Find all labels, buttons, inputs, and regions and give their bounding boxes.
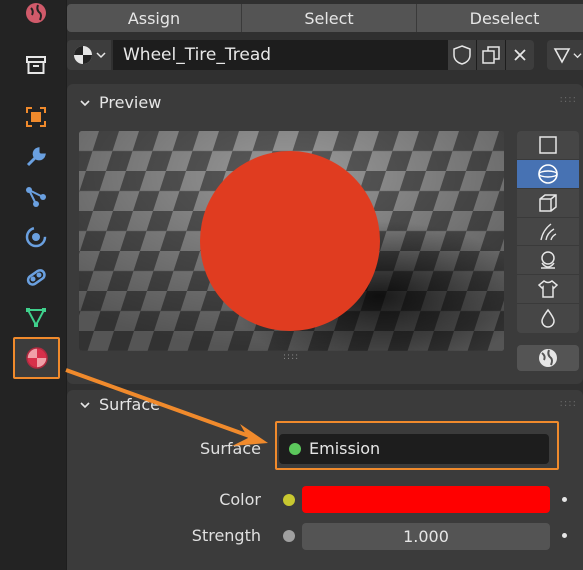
- unlink-material-button[interactable]: [506, 40, 534, 70]
- world-icon: [539, 349, 557, 367]
- preview-flat-button[interactable]: [517, 131, 579, 160]
- browse-material-button[interactable]: [67, 40, 111, 70]
- tab-collection[interactable]: [14, 48, 58, 82]
- chevron-down-icon: [80, 99, 90, 106]
- tab-constraints[interactable]: [14, 260, 58, 294]
- wrench-icon: [26, 147, 46, 167]
- material-preview-render: [79, 131, 504, 351]
- select-button[interactable]: Select: [242, 4, 417, 32]
- strength-socket-icon[interactable]: [283, 530, 295, 542]
- tab-particles[interactable]: [14, 180, 58, 214]
- strength-field[interactable]: 1.000: [302, 523, 550, 550]
- close-icon: [514, 49, 526, 61]
- sphere-icon: [538, 163, 558, 184]
- chevron-down-icon: [80, 401, 90, 408]
- physics-icon: [25, 226, 47, 248]
- preview-sphere-button[interactable]: [517, 159, 579, 189]
- data-icon: [26, 308, 46, 328]
- copy-icon: [482, 46, 500, 64]
- material-datablock-row: Wheel_Tire_Tread: [67, 40, 583, 70]
- preview-panel-title: Preview: [99, 93, 162, 112]
- deselect-button[interactable]: Deselect: [417, 4, 583, 32]
- preview-world-toggle[interactable]: [517, 345, 579, 371]
- tab-physics[interactable]: [14, 220, 58, 254]
- surface-panel: Surface :::: Surface Emission Color Stre…: [67, 390, 583, 570]
- preview-monkey-button[interactable]: [517, 246, 579, 276]
- strength-label: Strength: [191, 526, 261, 545]
- color-socket-icon[interactable]: [283, 494, 295, 506]
- tab-material[interactable]: [13, 337, 60, 379]
- surface-panel-header[interactable]: Surface: [79, 395, 160, 414]
- material-sphere-icon: [74, 46, 92, 64]
- tab-scene-world[interactable]: [14, 0, 58, 30]
- highlight-box: [275, 421, 559, 470]
- tab-object-data[interactable]: [14, 300, 58, 334]
- color-label: Color: [219, 490, 261, 509]
- emission-color-swatch[interactable]: [302, 486, 550, 513]
- preview-panel-header[interactable]: Preview: [79, 93, 161, 112]
- tab-modifiers[interactable]: [14, 140, 58, 174]
- panel-drag-handle[interactable]: ::::: [560, 94, 577, 105]
- square-icon: [539, 136, 557, 154]
- panel-drag-handle[interactable]: ::::: [560, 398, 577, 409]
- shirt-icon: [537, 280, 559, 298]
- material-slot-actions: Assign Select Deselect: [67, 4, 583, 32]
- box-icon: [26, 56, 46, 74]
- surface-label: Surface: [200, 439, 261, 458]
- fake-user-button[interactable]: [448, 40, 476, 70]
- shield-icon: [453, 45, 471, 65]
- keyframe-dot-icon[interactable]: [562, 497, 567, 502]
- particles-icon: [26, 187, 46, 207]
- preview-cube-button[interactable]: [517, 189, 579, 218]
- monkey-icon: [541, 251, 555, 270]
- preview-hair-button[interactable]: [517, 218, 579, 247]
- material-icon: [25, 347, 48, 369]
- properties-tab-strip: [0, 0, 66, 570]
- preview-resize-handle[interactable]: ::::: [283, 352, 299, 362]
- preview-cloth-button[interactable]: [517, 275, 579, 305]
- hair-icon: [540, 223, 557, 241]
- preview-fluid-button[interactable]: [517, 304, 579, 333]
- cube-icon: [539, 193, 557, 212]
- tab-object[interactable]: [14, 100, 58, 134]
- drop-icon: [541, 309, 555, 329]
- preview-type-column: [517, 131, 579, 333]
- preview-sphere: [200, 151, 380, 331]
- assign-button[interactable]: Assign: [67, 4, 242, 32]
- chevron-down-icon: [96, 52, 106, 59]
- link-type-button[interactable]: [547, 40, 583, 70]
- material-properties-editor: Assign Select Deselect Wheel_Tire_Tread: [67, 0, 583, 570]
- object-icon: [26, 107, 46, 127]
- duplicate-material-button[interactable]: [477, 40, 505, 70]
- constraint-icon: [26, 269, 46, 286]
- mesh-data-icon: [553, 48, 570, 64]
- keyframe-dot-icon[interactable]: [562, 533, 567, 538]
- surface-panel-title: Surface: [99, 395, 160, 414]
- world-icon: [26, 3, 46, 23]
- chevron-down-icon: [572, 52, 582, 58]
